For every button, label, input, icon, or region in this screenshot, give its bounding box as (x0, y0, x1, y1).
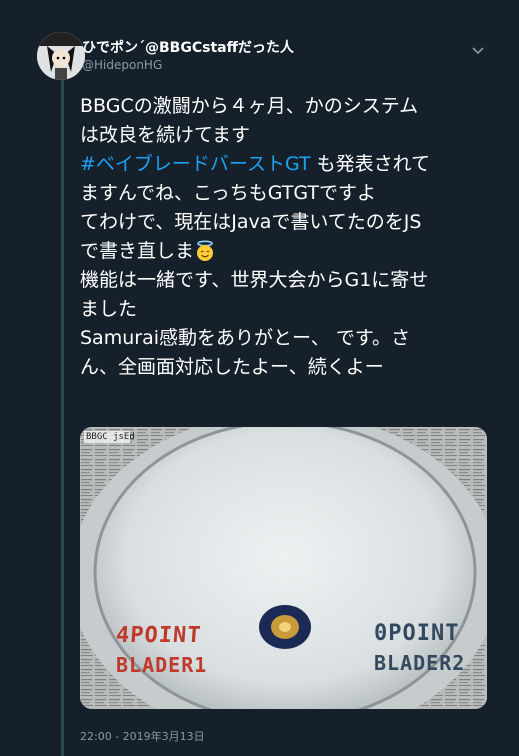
thread-line (61, 70, 64, 756)
tweet-line: Samurai感動をありがとー、 です。さ (80, 327, 410, 349)
tweet-media-video[interactable]: BBGC jsEd 4POINT BLADER1 0POINT BLADER2 (80, 427, 487, 709)
tweet-line: 機能は一緒です、世界大会からG1に寄せ (80, 269, 429, 291)
left-player: BLADER1 (116, 653, 208, 677)
tweet-line: ますんでね、こっちもGTGTですよ (80, 182, 377, 204)
display-name[interactable]: ひでポン´@BBGCstaffだった人 (82, 37, 294, 57)
user-handle[interactable]: @HideponHG (82, 58, 162, 72)
media-label: BBGC jsEd (86, 432, 135, 442)
right-player: BLADER2 (374, 651, 466, 675)
tweet-line: #ベイブレードバーストGT も発表されて (80, 150, 500, 179)
tweet-line-fragment: も発表されて (310, 153, 431, 175)
tweet-card: ひでポン´@BBGCstaffだった人 @HideponHG BBGCの激闘から… (0, 0, 519, 756)
tweet-line: ました (80, 298, 138, 320)
tweet-line: てわけで、現在はJavaで書いてたのをJS (80, 211, 422, 233)
avatar[interactable] (37, 32, 85, 80)
tweet-line: で書き直しま (80, 237, 500, 266)
left-score: 4POINT (115, 623, 203, 648)
right-score: 0POINT (374, 621, 460, 646)
avatar-image (37, 32, 85, 80)
chevron-down-icon[interactable] (470, 44, 486, 56)
tweet-line: BBGCの激闘から４ヶ月、かのシステム (80, 95, 419, 117)
halo-smile-emoji-icon (197, 240, 214, 261)
tweet-text: BBGCの激闘から４ヶ月、かのシステム は改良を続けてます #ベイブレードバース… (80, 92, 500, 382)
tweet-line-fragment: で書き直しま (80, 240, 195, 262)
tweet-line: は改良を続けてます (80, 124, 251, 146)
tweet-timestamp[interactable]: 22:00 - 2019年3月13日 (80, 728, 205, 744)
tweet-line: ん、全画面対応したよー、続くよー (80, 356, 384, 378)
hashtag-link[interactable]: #ベイブレードバーストGT (80, 153, 311, 175)
